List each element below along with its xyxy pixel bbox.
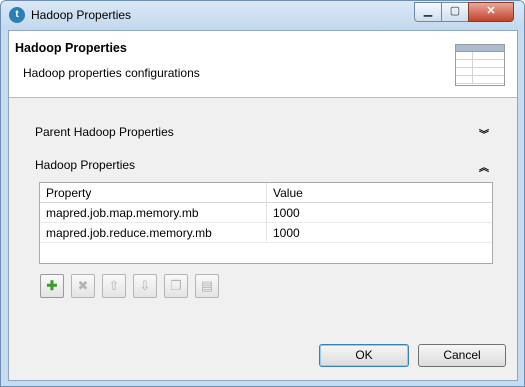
- section-parent-hadoop-properties[interactable]: Parent Hadoop Properties: [35, 125, 174, 139]
- dialog-window: t Hadoop Properties ▁ ▢ ✕ Hadoop Propert…: [0, 0, 525, 387]
- cancel-button[interactable]: Cancel: [418, 344, 506, 367]
- move-up-icon[interactable]: ⇧: [102, 274, 126, 298]
- window-title: Hadoop Properties: [31, 8, 132, 22]
- section-hadoop-properties[interactable]: Hadoop Properties: [35, 158, 135, 172]
- add-icon[interactable]: ✚: [40, 274, 64, 298]
- value-cell[interactable]: 1000: [273, 226, 300, 240]
- value-cell[interactable]: 1000: [273, 206, 300, 220]
- remove-icon[interactable]: ✖: [71, 274, 95, 298]
- dialog-body: Hadoop Properties Hadoop properties conf…: [8, 30, 518, 381]
- dialog-header: Hadoop Properties Hadoop properties conf…: [9, 31, 517, 98]
- header-subtitle: Hadoop properties configurations: [23, 66, 200, 80]
- header-title: Hadoop Properties: [15, 41, 127, 55]
- property-cell[interactable]: mapred.job.map.memory.mb: [46, 206, 199, 220]
- property-cell[interactable]: mapred.job.reduce.memory.mb: [46, 226, 212, 240]
- talend-icon: t: [9, 7, 25, 23]
- ok-button[interactable]: OK: [319, 344, 409, 367]
- properties-table: Property Value mapred.job.map.memory.mb …: [39, 182, 493, 264]
- title-bar[interactable]: t Hadoop Properties ▁ ▢ ✕: [1, 1, 524, 29]
- minimize-icon[interactable]: ▁: [414, 2, 442, 22]
- table-icon: [455, 44, 505, 86]
- close-icon[interactable]: ✕: [468, 2, 514, 22]
- paste-icon[interactable]: ▤: [195, 274, 219, 298]
- move-down-icon[interactable]: ⇩: [133, 274, 157, 298]
- expand-chevron-icon[interactable]: ︾: [479, 126, 489, 141]
- collapse-chevron-icon[interactable]: ︽: [479, 159, 489, 174]
- column-header-value[interactable]: Value: [273, 186, 303, 200]
- table-row[interactable]: mapred.job.reduce.memory.mb 1000: [40, 223, 492, 243]
- copy-icon[interactable]: ❐: [164, 274, 188, 298]
- column-header-property[interactable]: Property: [46, 186, 91, 200]
- table-row[interactable]: mapred.job.map.memory.mb 1000: [40, 203, 492, 223]
- maximize-icon[interactable]: ▢: [441, 2, 469, 22]
